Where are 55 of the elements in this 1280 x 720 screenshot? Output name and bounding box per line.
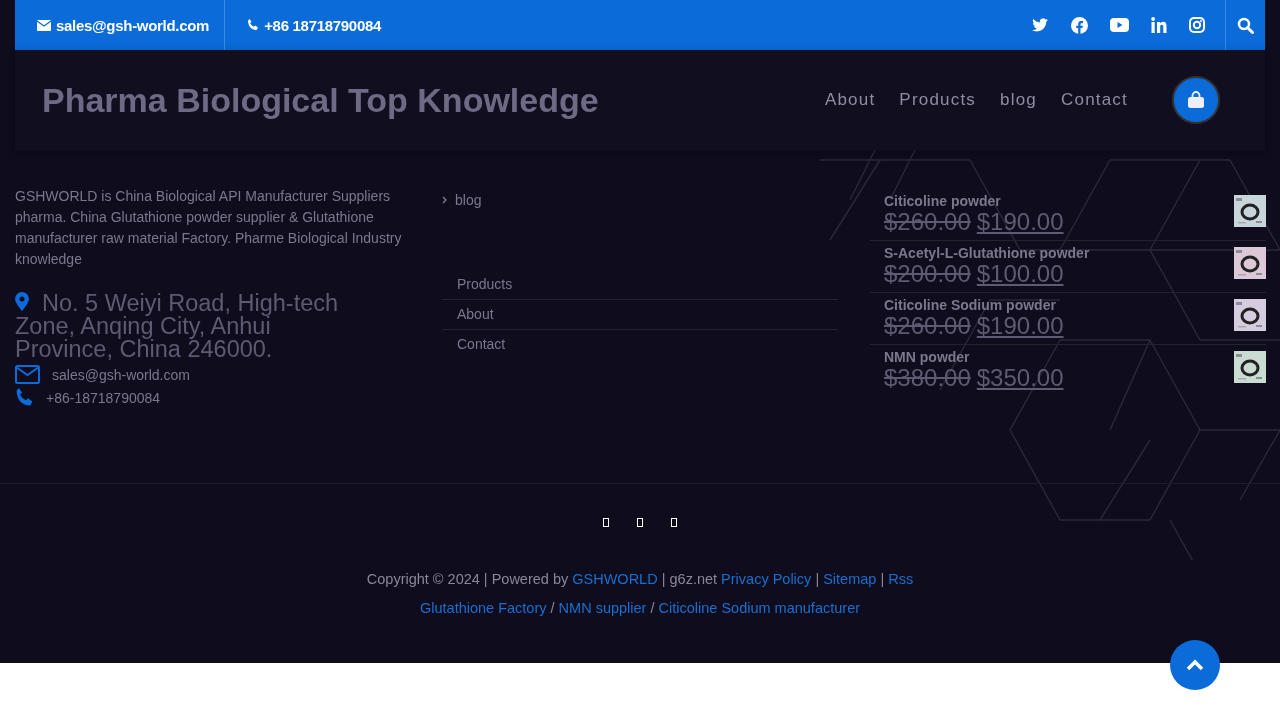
linkedin-icon[interactable] bbox=[1151, 17, 1167, 33]
page-link[interactable]: Products bbox=[457, 276, 513, 292]
envelope-icon bbox=[15, 365, 40, 384]
footer-link[interactable]: Citicoline Sodium manufacturer bbox=[658, 600, 861, 616]
product-name[interactable]: NMN powder bbox=[884, 349, 1234, 365]
cart-button[interactable] bbox=[1172, 76, 1220, 124]
email-text[interactable]: sales@gsh-world.com bbox=[52, 366, 190, 383]
search-icon[interactable] bbox=[1237, 16, 1254, 34]
nav-link[interactable]: About bbox=[812, 90, 888, 110]
sale-price: $190.00 bbox=[976, 209, 1064, 235]
facebook-icon[interactable] bbox=[1071, 16, 1088, 34]
missing-glyph-icon[interactable] bbox=[637, 518, 643, 527]
product-name[interactable]: S-Acetyl-L-Glutathione powder bbox=[884, 245, 1234, 261]
footer-links-text: Glutathione Factory / NMN supplier / Citicoline Sodium manufacturer bbox=[418, 600, 862, 616]
sale-price: $100.00 bbox=[976, 261, 1064, 287]
old-price: $260.00 bbox=[884, 313, 971, 339]
back-to-top-button[interactable] bbox=[1170, 640, 1220, 690]
email-text[interactable]: sales@gsh-world.com bbox=[56, 16, 210, 34]
envelope-icon bbox=[37, 19, 51, 31]
location-pin-icon bbox=[15, 292, 29, 311]
product-name[interactable]: Citicoline Sodium powder bbox=[884, 297, 1234, 313]
page-link[interactable]: Contact bbox=[457, 336, 506, 352]
twitter-icon[interactable] bbox=[1031, 17, 1049, 33]
bag-icon bbox=[1187, 91, 1205, 109]
phone-text[interactable]: +86-18718790084 bbox=[46, 389, 161, 406]
footer-link[interactable]: Privacy Policy bbox=[721, 571, 812, 587]
footer-link[interactable]: Glutathione Factory bbox=[419, 600, 547, 616]
phone-text[interactable]: +86 18718790084 bbox=[264, 16, 382, 34]
chevron-right-icon bbox=[442, 196, 447, 204]
footer-link[interactable]: Rss bbox=[888, 571, 914, 587]
sale-price: $350.00 bbox=[976, 365, 1064, 391]
sale-price: $190.00 bbox=[976, 313, 1064, 339]
product-name[interactable]: Citicoline powder bbox=[884, 193, 1234, 209]
phone-icon bbox=[247, 19, 260, 31]
youtube-icon[interactable] bbox=[1110, 18, 1129, 32]
address-text: No. 5 Weiyi Road, High-tech Zone, Anqing City, Anhui Province, China 246000. bbox=[15, 292, 340, 361]
old-price: $380.00 bbox=[884, 365, 971, 391]
phone-icon bbox=[15, 388, 34, 407]
category-link[interactable]: blog bbox=[455, 192, 482, 208]
instagram-icon[interactable] bbox=[1189, 17, 1205, 33]
footer-link[interactable]: NMN supplier bbox=[558, 600, 647, 616]
old-price: $260.00 bbox=[884, 209, 971, 235]
chevron-up-icon bbox=[1186, 659, 1204, 671]
nav-link[interactable]: Contact bbox=[1049, 90, 1140, 110]
footer-link[interactable]: Sitemap bbox=[823, 571, 877, 587]
missing-glyph-icon[interactable] bbox=[671, 518, 677, 527]
about-text: GSHWORLD is China Biological API Manufacturer Suppliers pharma. China Glutathione powder supplier & Glutathione manufacturer raw material Factory. Pharme Biological Industry knowledge bbox=[15, 187, 403, 269]
nav-link[interactable]: Products bbox=[887, 90, 989, 110]
page-link[interactable]: About bbox=[457, 306, 494, 322]
copyright-text: Copyright © 2024 | Powered by GSHWORLD | g6z.net Privacy Policy | Sitemap | Rss bbox=[365, 571, 915, 587]
old-price: $200.00 bbox=[884, 261, 971, 287]
missing-glyph-icon[interactable] bbox=[603, 518, 609, 527]
footer-link[interactable]: GSHWORLD bbox=[572, 571, 658, 587]
site-title[interactable]: Pharma Biological Top Knowledge bbox=[42, 80, 813, 120]
nav-link[interactable]: blog bbox=[988, 90, 1049, 110]
